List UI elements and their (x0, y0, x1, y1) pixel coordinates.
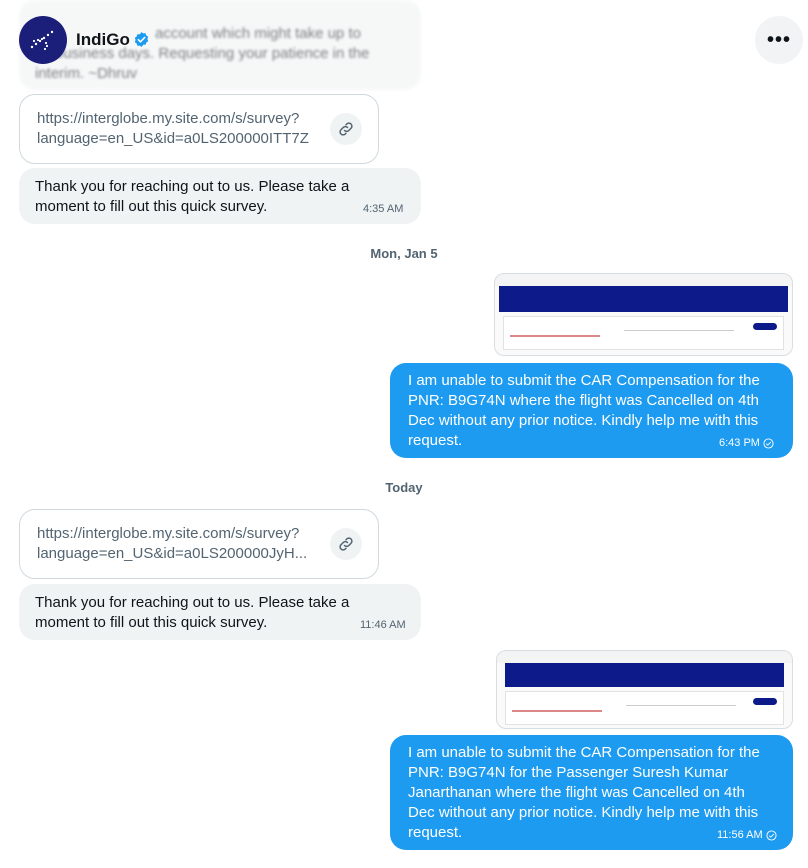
message-text: Janarthanan where the flight was Cancell… (408, 784, 745, 801)
more-options-button[interactable]: ••• (755, 16, 803, 64)
more-options-icon: ••• (766, 28, 791, 51)
link-preview-card[interactable]: https://interglobe.my.site.com/s/survey?… (19, 509, 379, 579)
dm-thread: IndiGo ••• account which might take up t… (0, 0, 808, 868)
message-timestamp: 6:43 PM (719, 437, 774, 449)
message-text: I am unable to submit the CAR Compensati… (408, 372, 760, 389)
message-timestamp: 11:56 AM (717, 829, 777, 841)
link-icon (330, 113, 362, 145)
message-text: Thank you for reaching out to us. Please… (35, 594, 350, 611)
message-text: Thank you for reaching out to us. Please… (35, 178, 350, 195)
image-banner (505, 663, 784, 687)
message-text: I am unable to submit the CAR Compensati… (408, 744, 760, 761)
conversation-header: IndiGo ••• (0, 0, 808, 66)
link-icon (330, 528, 362, 560)
link-url[interactable]: https://interglobe.my.site.com/s/survey?… (37, 109, 322, 149)
message-bubble-incoming: Thank you for reaching out to us. Please… (19, 168, 421, 224)
link-url-line: https://interglobe.my.site.com/s/survey? (37, 110, 300, 127)
link-url[interactable]: https://interglobe.my.site.com/s/survey?… (37, 524, 322, 564)
account-name[interactable]: IndiGo (76, 30, 130, 50)
date-separator: Mon, Jan 5 (370, 246, 438, 261)
sent-check-icon (763, 437, 774, 449)
message-time: 11:56 AM (717, 829, 763, 841)
image-form (503, 316, 784, 350)
message-text: moment to fill out this quick survey. (35, 198, 268, 215)
sent-check-icon (766, 829, 777, 841)
indigo-logo-icon (30, 30, 54, 51)
link-url-line: https://interglobe.my.site.com/s/survey? (37, 525, 300, 542)
chain-link-icon (339, 537, 353, 551)
message-time: 6:43 PM (719, 437, 760, 449)
link-preview-card[interactable]: https://interglobe.my.site.com/s/survey?… (19, 94, 379, 164)
message-text: PNR: B9G74N for the Passenger Suresh Kum… (408, 764, 729, 781)
image-banner (499, 286, 788, 312)
attached-image[interactable] (496, 650, 793, 729)
attached-image[interactable] (494, 273, 793, 356)
message-timestamp: 11:46 AM (360, 619, 406, 631)
message-bubble-incoming: Thank you for reaching out to us. Please… (19, 584, 421, 640)
message-text: Dec without any prior notice. Kindly hel… (408, 804, 759, 821)
link-url-line: language=en_US&id=a0LS200000ITT7Z (37, 130, 309, 147)
verified-badge-icon (134, 32, 149, 47)
link-url-line: language=en_US&id=a0LS200000JyH... (37, 545, 308, 562)
message-text: moment to fill out this quick survey. (35, 614, 268, 631)
message-timestamp: 4:35 AM (363, 203, 404, 215)
message-text: Dec without any prior notice. Kindly hel… (408, 412, 759, 429)
date-separator: Today (385, 480, 423, 495)
message-text: PNR: B9G74N where the flight was Cancell… (408, 392, 760, 409)
message-text: interim. ~Dhruv (35, 65, 138, 82)
image-form (505, 691, 784, 725)
chain-link-icon (339, 122, 353, 136)
image-browser-bar (495, 274, 792, 286)
image-browser-bar (497, 651, 792, 663)
indigo-avatar[interactable] (19, 16, 67, 64)
